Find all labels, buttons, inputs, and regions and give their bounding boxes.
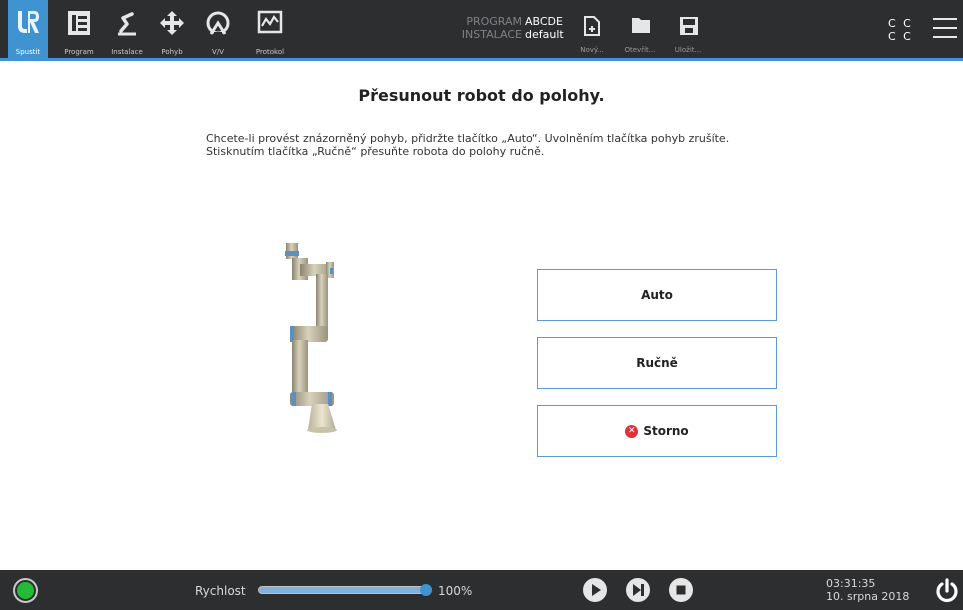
nav-move-tab[interactable]: Pohyb: [152, 0, 192, 58]
robot-preview-image: [285, 243, 337, 433]
new-file-button[interactable]: Nový...: [572, 0, 612, 58]
robot-status-indicator[interactable]: [13, 578, 38, 603]
nav-run-label: Spustit: [15, 48, 41, 56]
installation-key: INSTALACE: [461, 28, 522, 41]
step-forward-icon: [633, 584, 644, 596]
open-file-label: Otevřít...: [624, 46, 656, 54]
control-mode-indicator[interactable]: C C C C: [888, 17, 913, 43]
open-file-button[interactable]: Otevřít...: [620, 0, 660, 58]
step-button[interactable]: [626, 578, 650, 602]
folder-icon: [632, 18, 650, 33]
move-arrows-icon: [160, 11, 184, 35]
control-mode-row1: C C: [888, 17, 913, 30]
auto-move-button[interactable]: Auto: [537, 269, 777, 321]
nav-program-tab[interactable]: Program: [58, 0, 100, 58]
nav-installation-tab[interactable]: Instalace: [106, 0, 148, 58]
log-chart-icon: [257, 10, 283, 34]
installation-robot-icon: [118, 12, 136, 36]
speed-slider-handle[interactable]: [420, 584, 432, 596]
program-info-values: ABCDE default: [525, 15, 564, 41]
instruction-text-line1: Chcete-li provést znázorněný pohyb, přid…: [206, 132, 730, 145]
page-title: Přesunout robot do polohy.: [358, 86, 605, 105]
play-icon: [592, 584, 601, 596]
io-gauge-icon: [206, 11, 230, 35]
new-file-label: Nový...: [580, 46, 604, 54]
nav-log-tab[interactable]: Protokol: [246, 0, 294, 58]
nav-io-tab[interactable]: V/V: [198, 0, 238, 58]
clock-date: 10. srpna 2018: [826, 590, 910, 603]
clock-display: 03:31:35 10. srpna 2018: [826, 577, 909, 603]
nav-move-label: Pohyb: [161, 48, 183, 56]
hamburger-icon-line: [933, 36, 957, 38]
manual-move-button[interactable]: Ručně: [537, 337, 777, 389]
top-toolbar: Spustit Program Instalace Pohyb V/V Prot…: [0, 0, 963, 61]
cancel-button-label: Storno: [643, 424, 689, 438]
auto-button-label: Auto: [641, 288, 673, 302]
toolbar-accent-line: [0, 58, 963, 61]
hamburger-icon-line: [933, 27, 957, 29]
ur-logo-icon: [18, 11, 39, 33]
program-info-keys: PROGRAM INSTALACE: [446, 15, 522, 41]
manual-button-label: Ručně: [636, 356, 678, 370]
hamburger-icon-line: [933, 18, 957, 20]
play-button[interactable]: [583, 578, 607, 602]
program-tree-icon: [68, 11, 90, 35]
stop-icon: [676, 585, 686, 595]
bottom-status-bar: Rychlost 100% 03:31:35 10. srpna 2018: [0, 570, 963, 610]
save-disk-icon: [680, 17, 698, 35]
nav-run-tab[interactable]: Spustit: [8, 0, 48, 58]
nav-io-label: V/V: [212, 48, 224, 56]
cancel-x-icon: ✕: [625, 424, 639, 438]
hamburger-menu-button[interactable]: [933, 18, 957, 40]
speed-label: Rychlost: [195, 584, 246, 598]
cancel-button[interactable]: ✕ Storno: [537, 405, 777, 457]
program-name: ABCDE: [525, 15, 563, 28]
nav-program-label: Program: [64, 48, 94, 56]
power-icon[interactable]: [934, 578, 960, 604]
stop-button[interactable]: [669, 578, 693, 602]
instruction-text-line2: Stisknutím tlačítka „Ručně“ přesuňte rob…: [206, 145, 545, 158]
save-file-button[interactable]: Uložit...: [668, 0, 708, 58]
control-mode-row2: C C: [888, 30, 913, 43]
speed-value: 100%: [438, 584, 473, 598]
nav-log-label: Protokol: [255, 48, 285, 56]
clock-time: 03:31:35: [826, 577, 876, 590]
new-file-icon: [584, 16, 600, 36]
save-file-label: Uložit...: [674, 46, 702, 54]
speed-slider-track[interactable]: [258, 586, 432, 594]
installation-name: default: [525, 28, 564, 41]
program-key: PROGRAM: [466, 15, 522, 28]
nav-installation-label: Instalace: [111, 48, 143, 56]
